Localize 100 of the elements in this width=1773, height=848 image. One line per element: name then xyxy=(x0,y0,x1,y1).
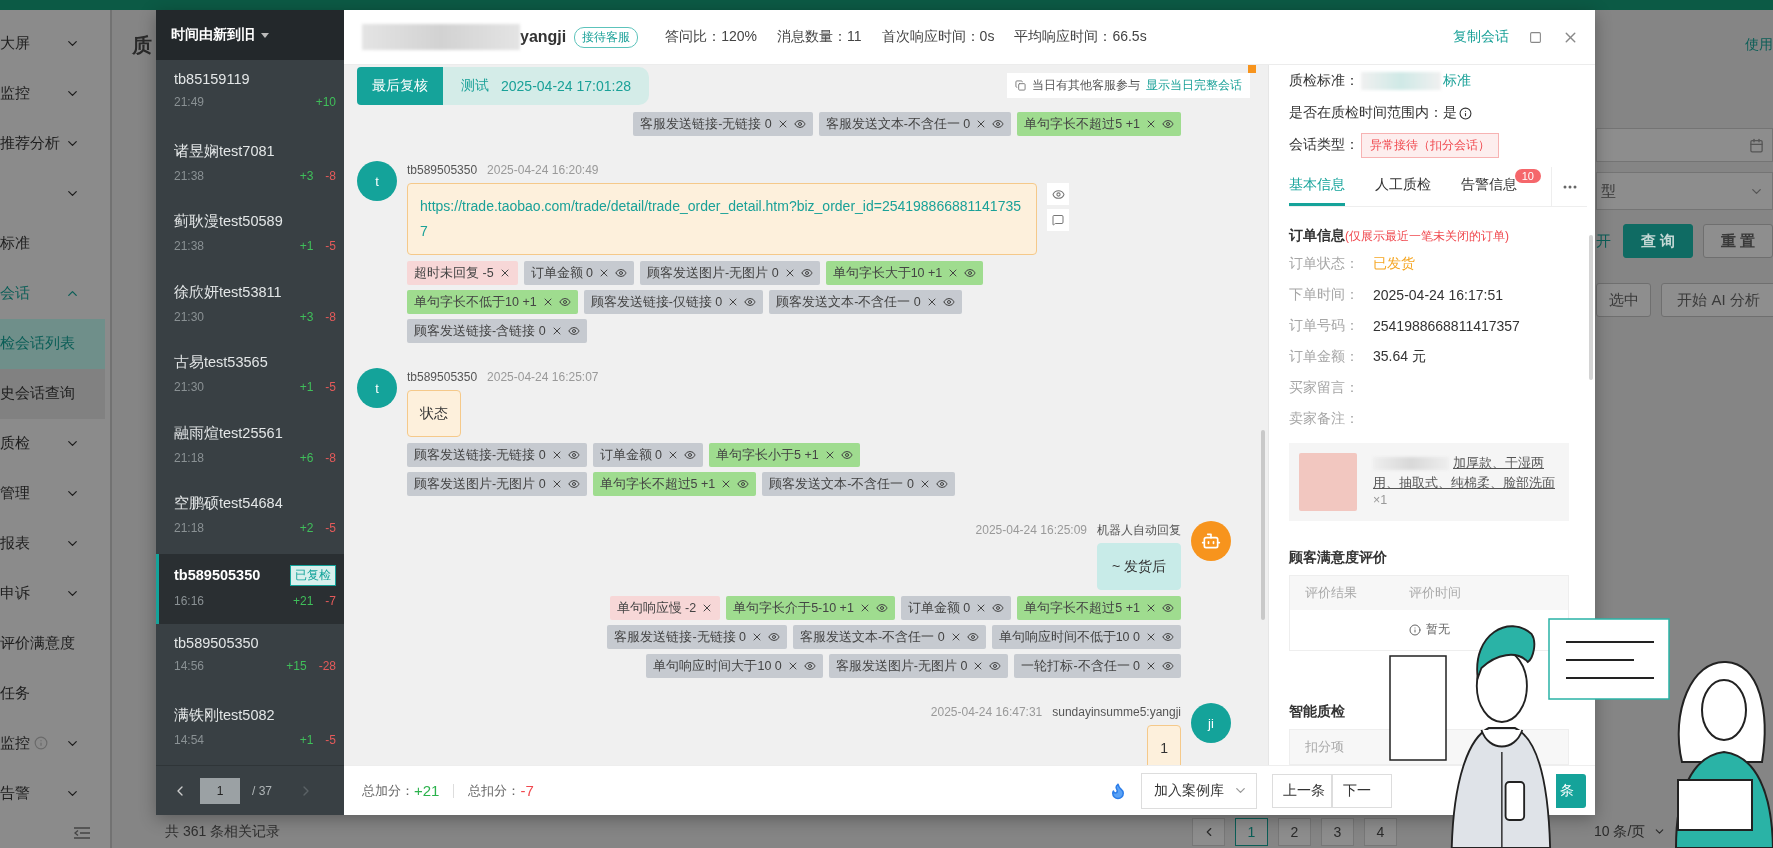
eye-icon[interactable] xyxy=(1162,631,1174,643)
eye-icon[interactable] xyxy=(800,267,813,279)
nav-item[interactable]: 监控 xyxy=(0,68,110,119)
eye-icon[interactable] xyxy=(744,296,757,308)
comment-icon xyxy=(1052,214,1064,226)
remove-icon[interactable] xyxy=(1145,118,1157,130)
review-label: 最后复核 xyxy=(357,67,443,105)
eye-icon[interactable] xyxy=(768,631,781,643)
session-item[interactable]: tb589505350 已复检 16:16 +21 -7 xyxy=(156,553,344,624)
rule-tag-text: 单句字长介于5-10 +1 xyxy=(733,599,854,617)
tab[interactable]: 告警信息 xyxy=(1461,167,1517,206)
eye-icon[interactable] xyxy=(793,118,806,130)
nav-item[interactable]: 管理 xyxy=(0,468,110,519)
rule-tag-text: 顾客发送链接-无链接 0 xyxy=(414,446,546,464)
nav-item[interactable]: 告警 xyxy=(0,768,110,819)
rule-tag-text: 顾客发送链接-仅链接 0 xyxy=(590,293,723,311)
preview-button[interactable] xyxy=(1047,183,1069,205)
tab[interactable]: 人工质检 xyxy=(1375,167,1431,206)
eye-icon[interactable] xyxy=(840,449,853,461)
copy-conversation-link[interactable]: 复制会话 xyxy=(1453,28,1509,46)
page-input[interactable]: 1 xyxy=(200,777,240,804)
case-library-select[interactable]: 加入案例库 xyxy=(1141,772,1257,809)
empty-text: 暂无 xyxy=(1425,621,1450,639)
order-link[interactable]: https://trade.taobao.com/trade/detail/trade_order_detail.htm?biz_order_id=2541988668811417357 xyxy=(420,194,1024,244)
eye-icon[interactable] xyxy=(942,296,955,308)
session-item[interactable]: tb589505350 14:56 +15 -28 xyxy=(156,624,344,695)
nav-item[interactable]: 任务 xyxy=(0,668,110,719)
tab[interactable]: 基本信息 xyxy=(1289,167,1345,206)
nav-item[interactable]: 报表 xyxy=(0,518,110,569)
session-item[interactable]: 古易test53565 21:30 +1 -5 xyxy=(156,342,344,413)
column-header: 评价结果 xyxy=(1305,584,1358,602)
type-select[interactable]: 型 xyxy=(1596,172,1773,210)
eye-icon[interactable] xyxy=(567,478,580,490)
section-note: (仅展示最近一笔未关闭的订单) xyxy=(1345,229,1509,245)
rule-tag-text: 一轮打标-不含任一 0 xyxy=(1021,657,1140,675)
page-size-select[interactable]: 10 条/页 xyxy=(1590,817,1670,846)
standard-link[interactable]: 标准 xyxy=(1443,72,1471,91)
session-item[interactable]: 空鹏硕test54684 21:18 +2 -5 xyxy=(156,483,344,554)
eye-icon[interactable] xyxy=(1162,602,1174,614)
penalty-score: -5 xyxy=(325,239,336,253)
eye-icon[interactable] xyxy=(875,602,888,614)
page-button[interactable]: 3 xyxy=(1321,817,1354,846)
nav-item[interactable]: 监控 xyxy=(0,718,110,769)
comment-button[interactable] xyxy=(1047,209,1069,231)
eye-icon[interactable] xyxy=(964,267,977,279)
maximize-icon[interactable] xyxy=(1529,30,1542,44)
session-item[interactable]: 蓟耿漫test50589 21:38 +1 -5 xyxy=(156,201,344,272)
nav-item[interactable]: 评价满意度 xyxy=(0,618,110,669)
info-icon xyxy=(1408,624,1421,636)
eye-icon[interactable] xyxy=(1162,660,1174,672)
sort-dropdown[interactable]: 时间由新到旧 xyxy=(156,10,344,60)
eye-icon[interactable] xyxy=(558,296,571,308)
session-item[interactable]: 诸昱娴test7081 21:38 +3 -8 xyxy=(156,130,344,201)
eye-icon[interactable] xyxy=(1162,118,1174,130)
eye-icon[interactable] xyxy=(803,660,816,672)
nav-item[interactable]: 大屏 xyxy=(0,19,110,69)
review-status: 已复检 xyxy=(290,564,336,586)
page-button[interactable]: 2 xyxy=(1278,817,1311,846)
previous-button[interactable]: 上一条 xyxy=(1272,773,1332,808)
show-full-conversation-link[interactable]: 显示当日完整会话 xyxy=(1146,78,1242,93)
search-button[interactable]: 查 询 xyxy=(1623,224,1693,258)
eye-icon[interactable] xyxy=(989,660,1002,672)
rule-tag-text: 客服发送文本-不含任一 0 xyxy=(800,628,945,646)
eye-icon[interactable] xyxy=(737,478,750,490)
product-link[interactable]: 加厚款、干湿两用、抽取式、纯棉柔、脸部洗面 xyxy=(1373,453,1559,493)
nav-item[interactable]: 质检 xyxy=(0,418,110,469)
eye-icon[interactable] xyxy=(567,449,580,461)
eye-icon[interactable] xyxy=(567,325,580,337)
submit-button[interactable]: 条 xyxy=(1556,773,1586,808)
session-item[interactable]: 徐欣妍test53811 21:30 +3 -8 xyxy=(156,271,344,342)
remove-icon[interactable] xyxy=(1145,631,1157,643)
eye-icon[interactable] xyxy=(935,478,948,490)
nav-item[interactable]: 标准 xyxy=(0,218,110,269)
ai-analysis-button[interactable]: 开始 AI 分析 xyxy=(1661,283,1773,317)
nav-item[interactable]: 史会话查询 xyxy=(0,368,105,419)
session-item[interactable]: tb85159119 21:49 +10 xyxy=(156,60,344,131)
nav-item[interactable]: 申诉 xyxy=(0,568,110,619)
eye-icon[interactable] xyxy=(615,267,628,279)
page-button[interactable]: 4 xyxy=(1364,817,1397,846)
reset-button[interactable]: 重 置 xyxy=(1703,224,1773,258)
sender-name: tb589505350 xyxy=(407,163,478,177)
eye-icon[interactable] xyxy=(992,118,1005,130)
date-field[interactable] xyxy=(1596,128,1773,162)
next-button[interactable]: 下一 xyxy=(1332,773,1392,808)
eye-icon[interactable] xyxy=(684,449,697,461)
eye-icon[interactable] xyxy=(966,631,979,643)
flame-icon[interactable] xyxy=(1109,781,1127,800)
agent-name: yangji xyxy=(520,28,567,46)
eye-icon[interactable] xyxy=(992,602,1005,614)
session-item[interactable]: 满铁刚test5082 14:54 +1 -5 xyxy=(156,694,344,765)
rule-tag-text: 单句响应慢 -2 xyxy=(616,599,697,617)
session-item[interactable]: 融雨煊test25561 21:18 +6 -8 xyxy=(156,412,344,483)
nav-item[interactable]: 推荐分析 xyxy=(0,118,110,169)
rule-tag-text: 单句字长不超过5 +1 xyxy=(1024,599,1140,617)
bonus-score: +10 xyxy=(315,95,336,109)
select-button[interactable]: 选中 xyxy=(1596,283,1651,317)
remove-icon[interactable] xyxy=(1145,602,1157,614)
penalty-score: -8 xyxy=(325,450,336,465)
robot-avatar xyxy=(1191,521,1231,561)
remove-icon[interactable] xyxy=(1145,660,1157,672)
